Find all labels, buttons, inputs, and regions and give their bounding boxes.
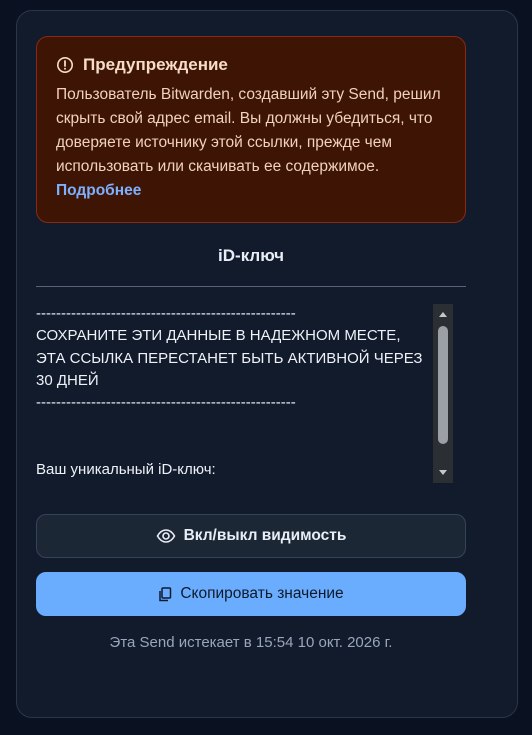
scroll-thumb[interactable] bbox=[438, 326, 448, 444]
copy-icon bbox=[158, 586, 172, 602]
warning-callout: Предупреждение Пользователь Bitwarden, с… bbox=[36, 36, 466, 223]
warning-header: Предупреждение bbox=[56, 54, 446, 76]
warning-body-text: Пользователь Bitwarden, создавший эту Se… bbox=[56, 86, 441, 175]
divider bbox=[36, 286, 466, 287]
toggle-visibility-label: Вкл/выкл видимость bbox=[183, 527, 347, 544]
scroll-up-arrow-icon[interactable] bbox=[433, 306, 453, 322]
copy-value-label: Скопировать значение bbox=[180, 585, 344, 602]
secret-text-area[interactable]: ----------------------------------------… bbox=[36, 303, 432, 483]
copy-value-button[interactable]: Скопировать значение bbox=[36, 572, 466, 616]
alert-circle-icon bbox=[56, 56, 74, 74]
toggle-visibility-button[interactable]: Вкл/выкл видимость bbox=[36, 514, 466, 558]
scroll-down-arrow-icon[interactable] bbox=[433, 465, 453, 481]
textarea-scrollbar[interactable] bbox=[433, 304, 453, 483]
expiration-note: Эта Send истекает в 15:54 10 окт. 2026 г… bbox=[109, 634, 393, 651]
eye-icon bbox=[156, 529, 176, 543]
learn-more-link[interactable]: Подробнее bbox=[56, 182, 141, 199]
warning-title: Предупреждение bbox=[83, 55, 228, 74]
warning-message: Пользователь Bitwarden, создавший эту Se… bbox=[56, 83, 446, 203]
field-title: iD-ключ bbox=[218, 246, 284, 265]
